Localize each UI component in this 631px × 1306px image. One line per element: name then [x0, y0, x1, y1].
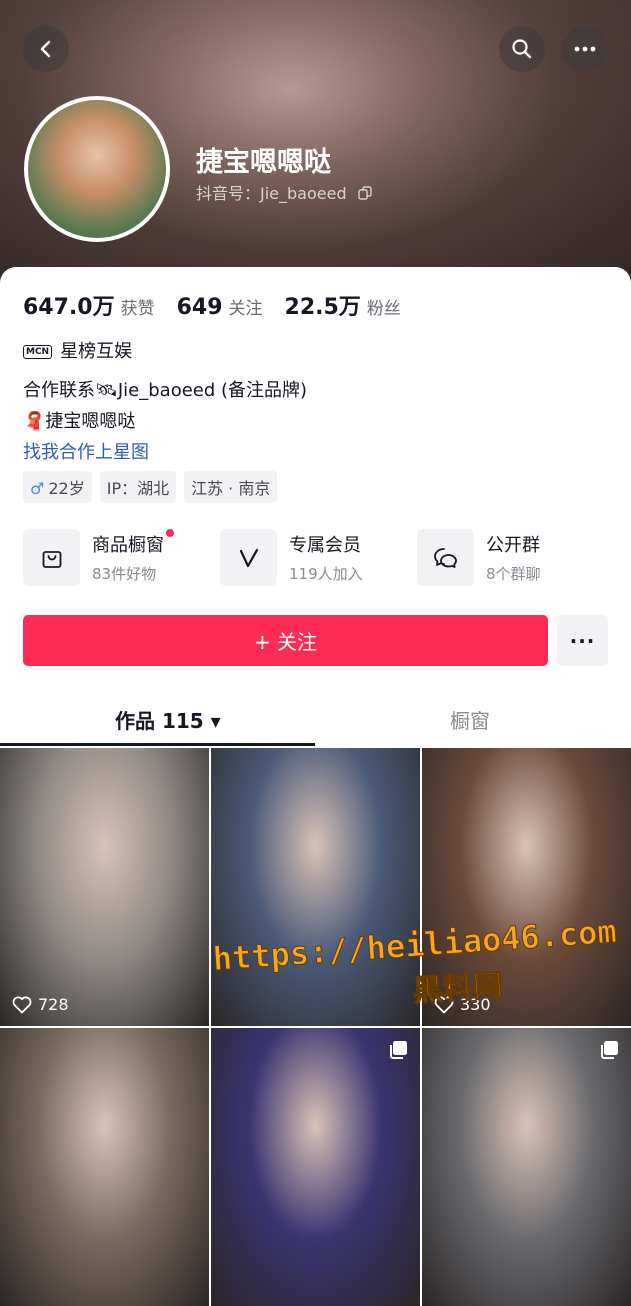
content-tabs: 作品 115 ▾ 橱窗	[0, 693, 631, 749]
tab-indicator	[0, 743, 315, 746]
notification-dot	[166, 529, 174, 537]
profile-name: 捷宝嗯嗯哒	[196, 147, 331, 178]
douyin-id-text: 抖音号：Jie_baoeed	[196, 184, 347, 203]
feature-title: 商品橱窗	[92, 529, 174, 557]
feature-group-chat[interactable]: 公开群 8个群聊	[417, 529, 613, 586]
search-icon	[512, 39, 532, 59]
male-icon: ♂	[30, 479, 45, 498]
stat-following[interactable]: 649 关注	[177, 294, 263, 320]
feature-title: 公开群	[486, 535, 540, 556]
profile-card: 647.0万 获赞 649 关注 22.5万 粉丝 MCN 星榜互娱 合作联系🛰Jie_…	[0, 267, 631, 1306]
video-thumbnail[interactable]	[211, 1028, 420, 1306]
mcn-agency[interactable]: MCN 星榜互娱	[23, 337, 132, 363]
video-likes-count: 728	[38, 995, 69, 1014]
multi-image-icon	[599, 1040, 619, 1064]
stat-label: 粉丝	[366, 299, 401, 319]
tab-showcase[interactable]: 橱窗	[450, 705, 490, 734]
follow-button[interactable]: + 关注	[23, 615, 548, 666]
more-dots-icon	[574, 46, 596, 52]
video-grid: 728 330	[0, 748, 631, 1306]
video-thumbnail[interactable]: 728	[0, 748, 209, 1026]
stat-likes[interactable]: 647.0万 获赞	[23, 289, 155, 321]
stat-value: 647.0万	[23, 295, 115, 320]
feature-title: 专属会员	[289, 535, 361, 556]
copy-icon[interactable]	[358, 186, 372, 200]
douyin-id[interactable]: 抖音号：Jie_baoeed	[196, 180, 372, 204]
xingtu-link[interactable]: 找我合作上星图	[23, 438, 149, 464]
age-tag: ♂ 22岁	[23, 471, 92, 503]
stats-row: 647.0万 获赞 649 关注 22.5万 粉丝	[23, 289, 401, 321]
more-options-button[interactable]	[562, 26, 608, 72]
feature-title-text: 商品橱窗	[92, 535, 164, 556]
profile-tags: ♂ 22岁 IP：湖北 江苏 · 南京	[23, 471, 278, 503]
feature-row: 商品橱窗 83件好物 专属会员 119人加入 公开群 8个群聊	[23, 529, 613, 586]
back-arrow-icon	[40, 40, 51, 58]
v-badge-icon	[220, 529, 277, 586]
multi-image-icon	[388, 1040, 408, 1064]
heart-icon	[12, 996, 32, 1013]
stat-label: 关注	[228, 299, 263, 319]
video-likes: 728	[12, 995, 69, 1014]
stat-followers[interactable]: 22.5万 粉丝	[285, 289, 401, 321]
bag-icon	[23, 529, 80, 586]
video-thumbnail[interactable]	[422, 1028, 631, 1306]
mcn-badge: MCN	[23, 345, 53, 359]
stat-value: 22.5万	[284, 295, 361, 320]
video-thumbnail[interactable]	[0, 1028, 209, 1306]
feature-membership[interactable]: 专属会员 119人加入	[220, 529, 416, 586]
ip-tag: IP：湖北	[99, 471, 177, 503]
location-tag[interactable]: 江苏 · 南京	[184, 471, 278, 503]
avatar[interactable]	[24, 96, 170, 242]
follow-more-button[interactable]: ···	[557, 615, 608, 666]
feature-subtitle: 83件好物	[92, 565, 157, 583]
tab-works[interactable]: 作品 115 ▾	[115, 705, 221, 734]
stat-label: 获赞	[120, 299, 155, 319]
bio-line-1: 合作联系🛰Jie_baoeed (备注品牌)	[23, 380, 308, 401]
chat-icon	[417, 529, 474, 586]
age-text: 22岁	[48, 479, 85, 498]
feature-subtitle: 119人加入	[289, 565, 363, 583]
feature-subtitle: 8个群聊	[486, 565, 541, 583]
agency-name: 星榜互娱	[60, 341, 133, 362]
back-button[interactable]	[23, 26, 69, 72]
bio-line-2: 🧣捷宝嗯嗯哒	[23, 411, 136, 432]
stat-value: 649	[176, 295, 223, 320]
more-dots-icon: ···	[569, 628, 596, 653]
feature-showcase[interactable]: 商品橱窗 83件好物	[23, 529, 219, 586]
search-button[interactable]	[499, 26, 545, 72]
